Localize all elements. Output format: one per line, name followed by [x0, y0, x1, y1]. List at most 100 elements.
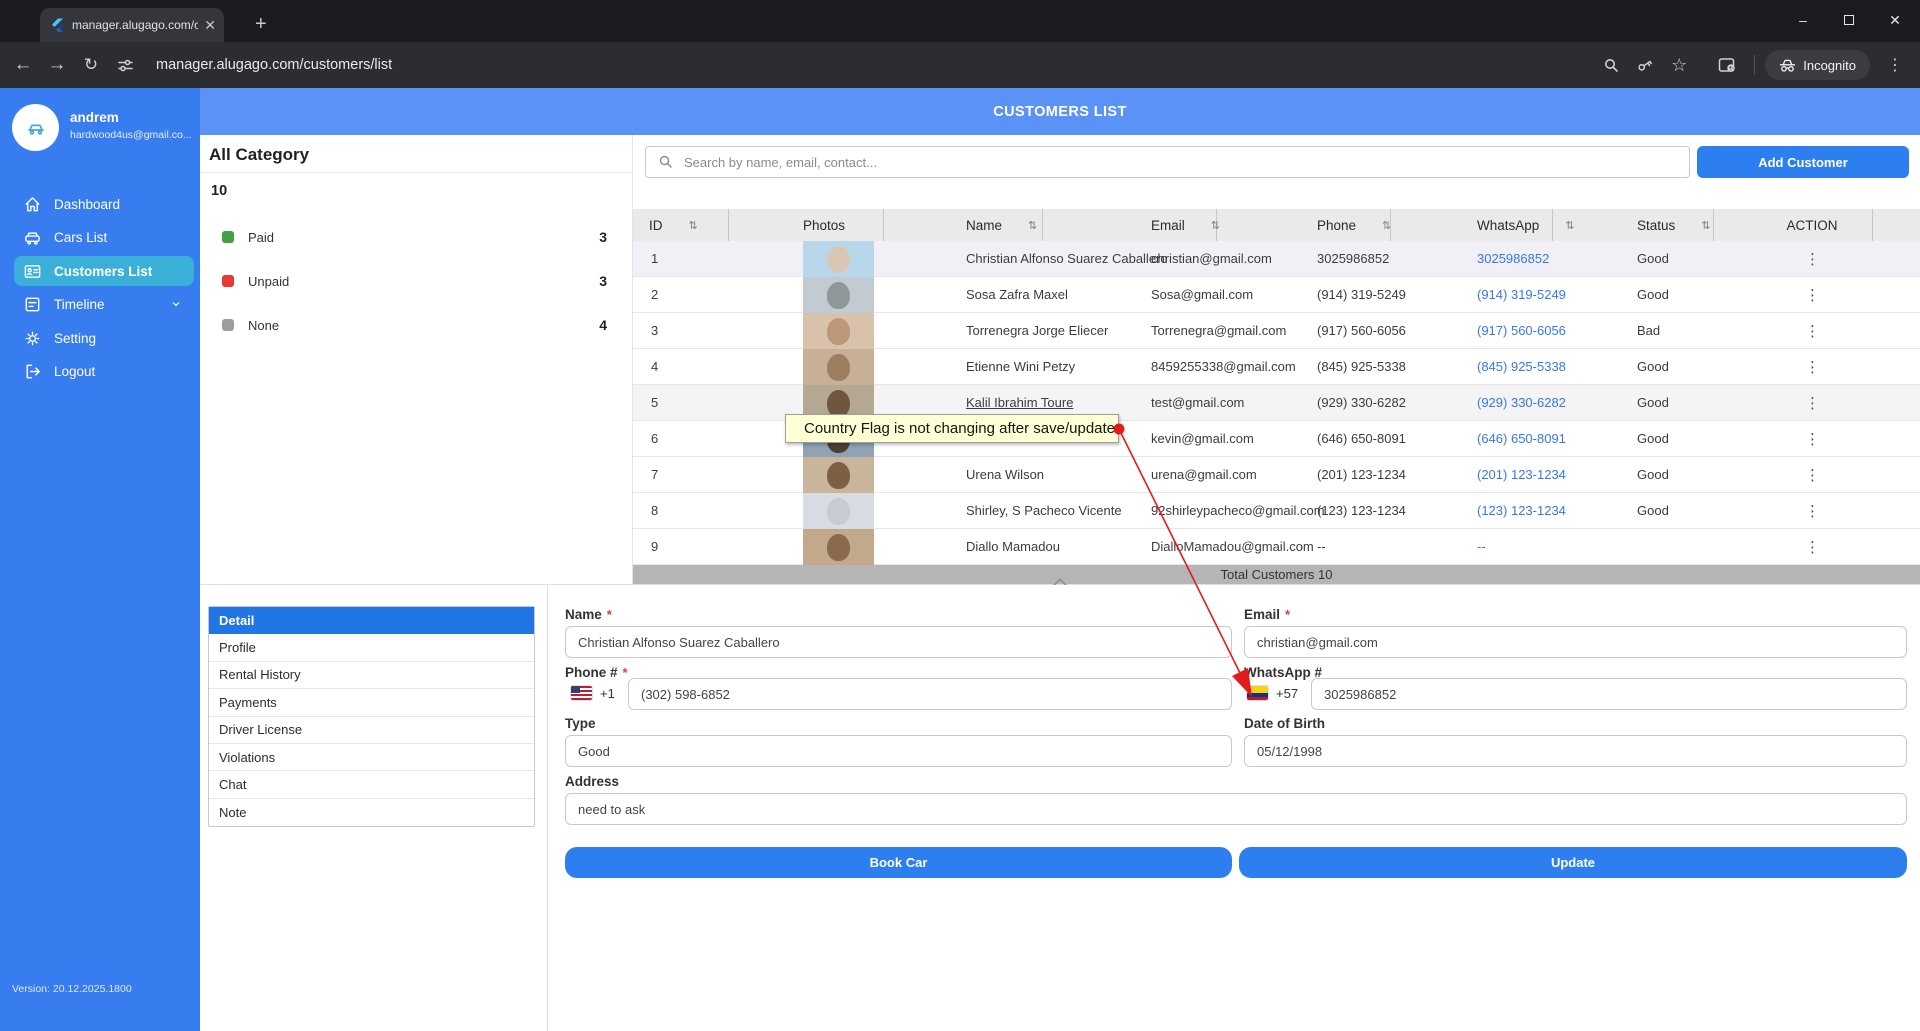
table-row[interactable]: 9 Diallo Mamadou DialloMamadou@gmail.com…	[633, 529, 1920, 565]
column-header-id[interactable]: ID⇅	[633, 209, 729, 241]
legend-label: Unpaid	[248, 274, 289, 289]
browser-menu-icon[interactable]: ⋮	[1878, 55, 1912, 75]
table-row[interactable]: 2 Sosa Zafra Maxel Sosa@gmail.com (914) …	[633, 277, 1920, 313]
legend-swatch	[222, 319, 234, 331]
detail-tab[interactable]: Driver License	[209, 717, 534, 744]
table-row[interactable]: 7 Urena Wilson urena@gmail.com (201) 123…	[633, 457, 1920, 493]
sidebar-item-timeline[interactable]: Timeline	[0, 289, 200, 319]
row-actions-menu-icon[interactable]: ⋮	[1805, 394, 1820, 412]
cell-name[interactable]: Urena Wilson	[884, 467, 1043, 482]
customer-photo[interactable]	[803, 313, 874, 349]
customer-photo[interactable]	[803, 493, 874, 529]
search-toolbar-icon[interactable]	[1594, 57, 1628, 74]
detail-tab[interactable]: Profile	[209, 634, 534, 661]
legend-item[interactable]: Paid 3	[200, 215, 633, 259]
customer-photo[interactable]	[803, 529, 874, 565]
cell-name[interactable]: Sosa Zafra Maxel	[884, 287, 1043, 302]
detail-tab[interactable]: Chat	[209, 771, 534, 798]
address-bar-url[interactable]: manager.alugago.com/customers/list	[156, 57, 392, 73]
table-row[interactable]: 1 Christian Alfonso Suarez Caballero chr…	[633, 241, 1920, 277]
legend-item[interactable]: Unpaid 3	[200, 259, 633, 303]
customer-photo[interactable]	[803, 241, 874, 277]
detail-tab[interactable]: Violations	[209, 744, 534, 771]
chevron-down-icon[interactable]	[170, 298, 182, 310]
column-header-phone[interactable]: Phone⇅	[1217, 209, 1391, 241]
phone-field[interactable]: (302) 598-6852	[628, 678, 1232, 710]
bookmark-star-icon[interactable]: ☆	[1662, 55, 1696, 76]
cell-name[interactable]: Kalil Ibrahim Toure	[884, 395, 1043, 410]
customer-photo[interactable]	[803, 277, 874, 313]
row-actions-menu-icon[interactable]: ⋮	[1805, 538, 1820, 556]
browser-tab[interactable]: manager.alugago.com/custome ✕	[40, 8, 224, 42]
cell-id: 1	[633, 251, 729, 266]
row-actions-menu-icon[interactable]: ⋮	[1805, 502, 1820, 520]
whatsapp-link[interactable]: 3025986852	[1477, 251, 1549, 266]
incognito-icon	[1779, 58, 1796, 73]
column-header-status[interactable]: Status⇅	[1553, 209, 1714, 241]
category-title: All Category	[209, 145, 309, 165]
window-close-button[interactable]: ✕	[1872, 0, 1918, 40]
site-info-icon[interactable]	[108, 57, 142, 74]
table-row[interactable]: 3 Torrenegra Jorge Eliecer Torrenegra@gm…	[633, 313, 1920, 349]
detail-tab[interactable]: Rental History	[209, 662, 534, 689]
email-field[interactable]: christian@gmail.com	[1244, 626, 1907, 658]
detail-tab[interactable]: Note	[209, 799, 534, 826]
sidebar-item-logout[interactable]: Logout	[0, 356, 200, 386]
cell-email: test@gmail.com	[1043, 395, 1217, 410]
detail-tab[interactable]: Detail	[209, 607, 534, 634]
whatsapp-link[interactable]: --	[1477, 539, 1486, 554]
sort-icon[interactable]: ⇅	[1028, 219, 1037, 232]
forward-icon[interactable]: →	[40, 54, 74, 76]
tab-close-icon[interactable]: ✕	[204, 17, 216, 34]
password-key-icon[interactable]	[1628, 56, 1662, 74]
sidebar-item-customers-list[interactable]: Customers List	[0, 256, 200, 286]
update-button[interactable]: Update	[1239, 847, 1907, 878]
column-header-action: ACTION	[1714, 209, 1873, 241]
row-actions-menu-icon[interactable]: ⋮	[1805, 430, 1820, 448]
column-header-whatsapp[interactable]: WhatsApp⇅	[1391, 209, 1553, 241]
reload-icon[interactable]: ↻	[74, 55, 108, 75]
dob-field[interactable]: 05/12/1998	[1244, 735, 1907, 767]
detail-tab[interactable]: Payments	[209, 689, 534, 716]
sort-icon[interactable]: ⇅	[1382, 219, 1391, 232]
name-field[interactable]: Christian Alfonso Suarez Caballero	[565, 626, 1232, 658]
sidebar-item-setting[interactable]: Setting	[0, 323, 200, 353]
window-minimize-button[interactable]: –	[1780, 0, 1826, 40]
sort-icon[interactable]: ⇅	[689, 219, 698, 232]
new-tab-button[interactable]: +	[255, 12, 267, 36]
table-row[interactable]: 4 Etienne Wini Petzy 8459255338@gmail.co…	[633, 349, 1920, 385]
cell-name[interactable]: Shirley, S Pacheco Vicente	[884, 503, 1043, 518]
browser-toolbar: ← → ↻ manager.alugago.com/customers/list…	[0, 42, 1920, 88]
row-actions-menu-icon[interactable]: ⋮	[1805, 250, 1820, 268]
row-actions-menu-icon[interactable]: ⋮	[1805, 358, 1820, 376]
row-actions-menu-icon[interactable]: ⋮	[1805, 286, 1820, 304]
add-customer-button[interactable]: Add Customer	[1697, 146, 1909, 178]
sidebar-item-dashboard[interactable]: Dashboard	[0, 189, 200, 219]
address-field[interactable]: need to ask	[565, 793, 1907, 825]
column-header-name[interactable]: Name⇅	[884, 209, 1043, 241]
tab-search-panel-icon[interactable]	[1710, 57, 1744, 74]
window-maximize-button[interactable]	[1826, 0, 1872, 40]
cell-phone: (123) 123-1234	[1217, 503, 1391, 518]
cell-name[interactable]: Christian Alfonso Suarez Caballero	[884, 251, 1043, 266]
back-icon[interactable]: ←	[6, 54, 40, 76]
row-actions-menu-icon[interactable]: ⋮	[1805, 466, 1820, 484]
row-actions-menu-icon[interactable]: ⋮	[1805, 322, 1820, 340]
type-field[interactable]: Good	[565, 735, 1232, 767]
us-flag-icon[interactable]	[571, 686, 592, 700]
whatsapp-field[interactable]: 3025986852	[1311, 678, 1907, 710]
search-input[interactable]: Search by name, email, contact...	[645, 146, 1690, 178]
column-header-email[interactable]: Email⇅	[1043, 209, 1217, 241]
customer-photo[interactable]	[803, 349, 874, 385]
colombia-flag-icon[interactable]	[1247, 686, 1268, 700]
cell-name[interactable]: Torrenegra Jorge Eliecer	[884, 323, 1043, 338]
sort-icon[interactable]: ⇅	[1701, 219, 1710, 232]
cell-name[interactable]: Etienne Wini Petzy	[884, 359, 1043, 374]
cell-name[interactable]: Diallo Mamadou	[884, 539, 1043, 554]
book-car-button[interactable]: Book Car	[565, 847, 1232, 878]
avatar[interactable]	[12, 104, 59, 151]
legend-item[interactable]: None 4	[200, 303, 633, 347]
table-row[interactable]: 8 Shirley, S Pacheco Vicente 92shirleypa…	[633, 493, 1920, 529]
customer-photo[interactable]	[803, 457, 874, 493]
sidebar-item-cars-list[interactable]: Cars List	[0, 222, 200, 252]
